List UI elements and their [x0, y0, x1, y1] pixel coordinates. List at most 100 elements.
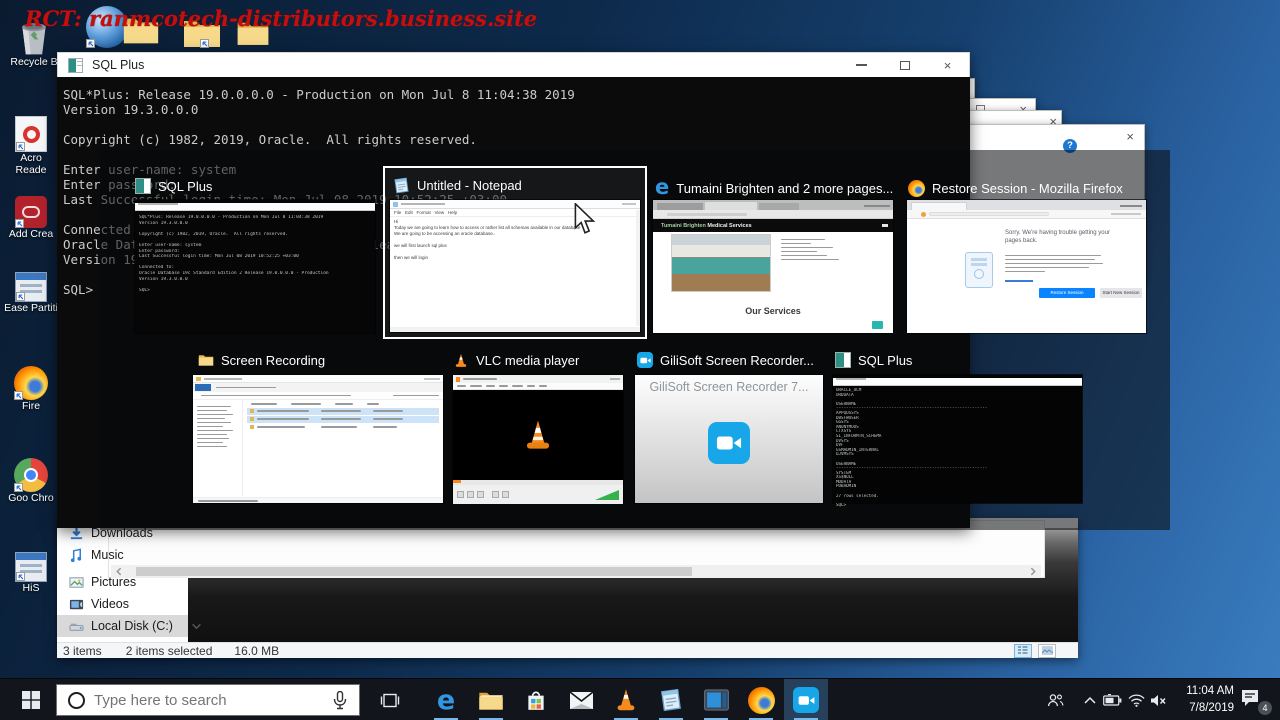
mouse-cursor: [574, 203, 596, 234]
chevron-down-icon[interactable]: [191, 621, 202, 632]
desktop-icon-hisuite[interactable]: HiS: [4, 552, 58, 595]
edge-page-text: [781, 236, 881, 263]
switcher-item-sqlplus-2[interactable]: SQL Plus: [835, 350, 1075, 370]
taskbar-app-media-window[interactable]: [694, 679, 738, 720]
explorer-nav-pane: Downloads Music Pictures Videos Local Di…: [57, 522, 201, 637]
notification-icon: [1242, 690, 1258, 706]
tray-clock[interactable]: 11:04 AM 7/8/2019: [1168, 683, 1234, 717]
desktop-icon-chrome[interactable]: Goo Chro: [4, 458, 58, 516]
firefox-paragraph: [1005, 252, 1105, 275]
mini-console-text: SQL*Plus: Release 19.0.0.0.0 - Productio…: [139, 215, 329, 293]
drive-icon: [69, 623, 84, 631]
notepad-icon: [661, 688, 681, 712]
taskbar-app-firefox[interactable]: [739, 679, 783, 720]
cortana-icon: [68, 691, 85, 709]
taskbar-app-mail[interactable]: [559, 679, 603, 720]
switcher-thumb-notepad[interactable]: File Edit Format View Help Hi Today we ar…: [390, 200, 640, 332]
close-button[interactable]: ×: [926, 53, 969, 78]
taskbar-app-notepad[interactable]: [649, 679, 693, 720]
desktop-icon-partition[interactable]: Ease Partiti: [4, 272, 58, 326]
nav-item-pictures[interactable]: Pictures: [57, 571, 188, 593]
nav-item-label: Pictures: [91, 575, 137, 589]
nav-item-music[interactable]: Music: [57, 544, 188, 566]
videos-icon: [69, 599, 84, 609]
start-button[interactable]: [12, 682, 50, 718]
switcher-thumb-screen-recording[interactable]: [193, 375, 443, 503]
switcher-thumb-sqlplus-2[interactable]: ORACLE_OCM ORDDATA USERNAME --------------…: [833, 375, 1082, 506]
gilisoft-logo: [708, 422, 750, 464]
shortcut-arrow-icon: [16, 572, 25, 581]
gilisoft-window-title: GiliSoft Screen Recorder 7...: [649, 380, 809, 394]
sqlplus-icon: [835, 352, 851, 368]
volume-muted-icon[interactable]: [1146, 679, 1170, 720]
icon-label: Fire: [21, 400, 41, 412]
switcher-thumb-sqlplus-1[interactable]: SQL*Plus: Release 19.0.0.0.0 - Productio…: [135, 200, 375, 333]
music-icon: [70, 547, 82, 562]
vlc-icon: [617, 689, 635, 711]
switcher-item-gilisoft[interactable]: GiliSoft Screen Recorder...: [637, 350, 825, 370]
nav-item-videos[interactable]: Videos: [57, 593, 188, 615]
switcher-item-firefox[interactable]: Restore Session - Mozilla Firefox: [908, 178, 1146, 198]
maximize-button[interactable]: [883, 53, 926, 78]
scroll-right-icon[interactable]: [1028, 567, 1038, 576]
scrollbar-thumb[interactable]: [136, 567, 692, 576]
nav-item-local-disk[interactable]: Local Disk (C:): [57, 615, 201, 637]
switcher-thumb-edge[interactable]: Tumaini Brighten Medical Services Our Se…: [653, 200, 893, 333]
shortcut-arrow-icon: [15, 219, 24, 228]
taskbar-app-store[interactable]: [514, 679, 558, 720]
minimize-button[interactable]: [840, 53, 883, 78]
switcher-item-screen-recording[interactable]: Screen Recording: [198, 350, 438, 370]
window-title: SQL Plus: [92, 58, 145, 72]
switcher-label: SQL Plus: [835, 350, 1075, 370]
list-view-button[interactable]: [1014, 643, 1032, 658]
taskbar-app-file-explorer[interactable]: [469, 679, 513, 720]
switcher-item-sqlplus-1[interactable]: SQL Plus: [135, 176, 375, 196]
switcher-label-text: Tumaini Brighten and 2 more pages...: [676, 180, 893, 196]
wifi-icon[interactable]: [1124, 679, 1148, 720]
edge-section-heading: Our Services: [745, 306, 801, 316]
edge-icon: e: [436, 684, 456, 716]
notepad-text: Hi Today we are going to learn how to acc…: [394, 219, 581, 260]
switcher-thumb-firefox[interactable]: Sorry. We're having trouble getting your…: [907, 200, 1146, 333]
sqlplus-titlebar[interactable]: SQL Plus ×: [57, 52, 970, 77]
microphone-icon[interactable]: [333, 690, 347, 710]
switcher-thumb-vlc[interactable]: [453, 375, 623, 504]
switcher-label: GiliSoft Screen Recorder...: [637, 350, 825, 370]
firefox-icon: [14, 366, 48, 400]
switcher-label-text: SQL Plus: [158, 178, 213, 194]
vlc-cone-logo: [526, 420, 550, 449]
switcher-item-edge[interactable]: e Tumaini Brighten and 2 more pages...: [655, 178, 893, 198]
scrollbar-track[interactable]: [128, 567, 1024, 576]
switcher-label: Screen Recording: [198, 350, 438, 370]
icon-label: Recycle B: [10, 56, 58, 68]
firefox-icon: [747, 686, 775, 714]
desktop-icon-firefox[interactable]: Fire: [4, 366, 58, 413]
taskbar-search[interactable]: [56, 684, 360, 716]
chat-widget-icon: [872, 321, 883, 329]
desktop-icon-acrobat[interactable]: Acro Reade: [4, 116, 58, 176]
task-view-button[interactable]: [370, 682, 410, 718]
tray-chevron-up-icon[interactable]: [1078, 679, 1102, 720]
hisuite-icon: [15, 552, 47, 582]
people-icon[interactable]: [1043, 679, 1067, 720]
status-selected-count: 2 items selected: [125, 643, 213, 658]
horizontal-scrollbar[interactable]: [111, 565, 1041, 578]
close-icon[interactable]: ×: [1126, 129, 1134, 144]
partition-tool-icon: [15, 272, 47, 302]
taskbar-app-edge[interactable]: e: [424, 679, 468, 720]
switcher-thumb-gilisoft[interactable]: GiliSoft Screen Recorder 7...: [635, 375, 823, 503]
file-explorer-window: Downloads Music Pictures Videos Local Di…: [57, 518, 1078, 658]
taskbar-app-gilisoft[interactable]: [784, 679, 828, 720]
desktop-icon-adobe-cc[interactable]: Add Crea: [4, 196, 58, 252]
search-input[interactable]: [94, 691, 333, 709]
thumbnail-view-button[interactable]: [1038, 643, 1056, 658]
battery-icon[interactable]: [1100, 679, 1124, 720]
mail-icon: [569, 690, 593, 709]
taskbar-app-vlc[interactable]: [604, 679, 648, 720]
switcher-label-text: VLC media player: [476, 352, 580, 368]
shortcut-arrow-icon: [14, 391, 23, 400]
notification-center-button[interactable]: 4: [1240, 688, 1272, 715]
switcher-label: e Tumaini Brighten and 2 more pages...: [655, 178, 893, 198]
switcher-item-vlc[interactable]: VLC media player: [453, 350, 623, 370]
firefox-illustration: [965, 252, 993, 288]
